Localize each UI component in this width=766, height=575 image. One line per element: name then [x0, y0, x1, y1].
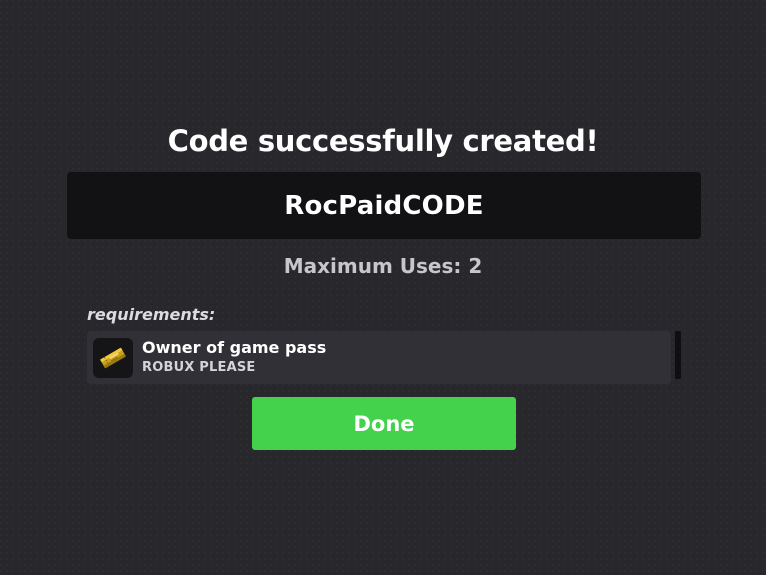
dialog-title: Code successfully created! — [167, 124, 599, 158]
golden-ticket-icon — [93, 338, 133, 378]
requirements-scrollbar[interactable] — [675, 331, 681, 379]
requirement-item: Owner of game pass ROBUX PLEASE — [87, 331, 671, 384]
requirement-description: ROBUX PLEASE — [142, 360, 256, 375]
maximum-uses-text: Maximum Uses: 2 — [283, 254, 483, 278]
done-button-label: Done — [353, 411, 415, 436]
code-created-dialog: Code successfully created! RocPaidCODE M… — [0, 0, 766, 575]
requirement-name: Owner of game pass — [142, 338, 327, 357]
requirements-label: requirements: — [87, 305, 216, 324]
done-button[interactable]: Done — [252, 397, 516, 450]
created-code[interactable]: RocPaidCODE — [284, 191, 483, 221]
requirements-list[interactable]: Owner of game pass ROBUX PLEASE — [87, 331, 671, 384]
code-display-box: RocPaidCODE — [67, 172, 701, 239]
